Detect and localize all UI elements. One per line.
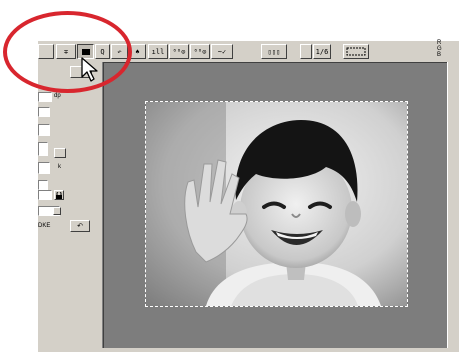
- status-bar: [38, 348, 459, 352]
- settings-side-panel: dp k DKE ↶: [38, 62, 103, 352]
- preview-scrollbar[interactable]: [447, 62, 459, 348]
- scan-button[interactable]: ▯▯▯: [261, 44, 287, 59]
- side-field-7[interactable]: [38, 190, 52, 200]
- side-field-2[interactable]: [38, 107, 50, 117]
- side-field-1[interactable]: [38, 92, 52, 102]
- side-field-4[interactable]: [38, 142, 48, 156]
- lock-icon: [56, 191, 62, 199]
- reset-button[interactable]: ↶: [70, 220, 90, 232]
- zoom-out-button[interactable]: [300, 44, 312, 59]
- side-field-6[interactable]: [38, 180, 48, 190]
- curves-button[interactable]: ⁰⁰⊙: [169, 44, 189, 59]
- side-field-3[interactable]: [38, 124, 50, 136]
- levels-button[interactable]: ⁰⁰⊙: [190, 44, 210, 59]
- child-photo-image: [146, 102, 407, 306]
- lock-button[interactable]: [54, 190, 64, 200]
- chevron-down-icon[interactable]: [53, 207, 61, 215]
- mouse-pointer-icon: [81, 57, 98, 82]
- side-spin-button[interactable]: [54, 148, 66, 158]
- crop-frame-button[interactable]: [343, 44, 369, 59]
- side-field-5[interactable]: [38, 162, 50, 174]
- zoom-value[interactable]: 1/6: [313, 44, 331, 59]
- histogram-button[interactable]: ıll: [148, 44, 168, 59]
- side-label-k: k: [58, 164, 61, 170]
- scanner-application-window: ∓ Q ↶ ♠ ıll ⁰⁰⊙ ⁰⁰⊙ ~✓ ▯▯▯ 1/6 R G B dp …: [0, 0, 459, 352]
- side-label-dp: dp: [54, 93, 61, 99]
- preview-photo-child-waving[interactable]: [145, 101, 408, 307]
- variation-button[interactable]: ~✓: [211, 44, 233, 59]
- callout-highlight-circle: [3, 11, 132, 93]
- side-label-dke: DKE: [38, 223, 51, 229]
- crop-frame-icon: [346, 47, 366, 56]
- channel-label: R G B: [437, 40, 442, 58]
